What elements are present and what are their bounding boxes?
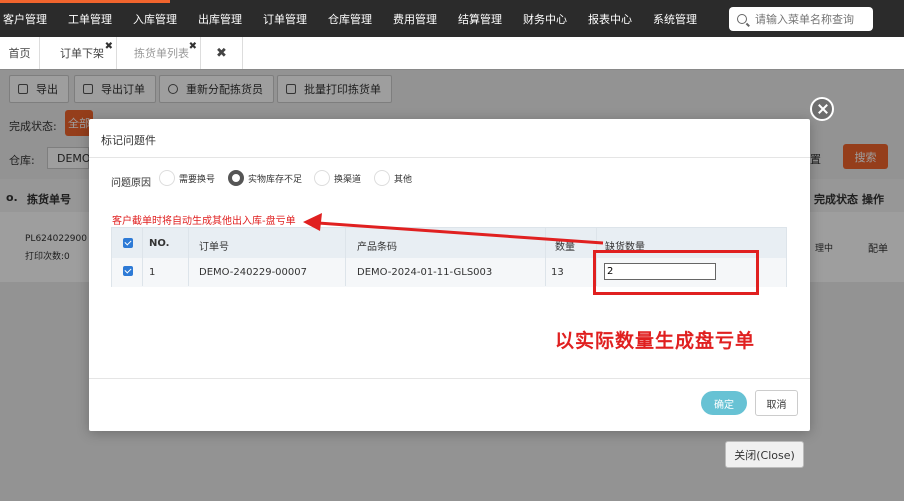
header-no: NO. [149,238,170,249]
menu-item-fee[interactable]: 费用管理 [393,11,437,27]
menu-item-workorder[interactable]: 工单管理 [68,11,112,27]
menu-search-box [729,7,873,31]
highlight-box [593,250,759,295]
row-barcode: DEMO-2024-01-11-GLS003 [357,267,493,278]
radio-selected-icon [228,170,244,186]
confirm-button[interactable]: 确定 [701,391,747,415]
row-qty: 13 [551,267,564,278]
column-divider [545,228,546,286]
tab-label: 拣货单列表 [134,47,189,60]
auto-generate-note: 客户截单时将自动生成其他出入库-盘亏单 [112,216,296,227]
radio-icon [314,170,330,186]
row-checkbox[interactable] [123,266,133,276]
menu-item-inbound[interactable]: 入库管理 [133,11,177,27]
tab-label: 首页 [8,47,31,60]
row-order-no: DEMO-240229-00007 [199,267,307,278]
search-icon [737,14,747,24]
header-qty: 数量 [555,242,575,253]
radio-icon [159,170,175,186]
reason-label: 问题原因 [111,178,151,189]
page-tabs: 首页 订单下架 ✖ 拣货单列表 ✖ ✖ [0,37,904,70]
reason-option-renumber[interactable]: 需要换号 [159,170,215,186]
radio-icon [374,170,390,186]
close-icon[interactable]: ✖ [189,41,197,52]
menu-search-input[interactable] [753,11,872,27]
menu-item-settlement[interactable]: 结算管理 [458,11,502,27]
reason-option-label: 换渠道 [334,174,362,185]
reason-option-other[interactable]: 其他 [374,170,412,186]
menu-item-finance[interactable]: 财务中心 [523,11,567,27]
cancel-label: 取消 [766,399,787,411]
reason-option-change-channel[interactable]: 换渠道 [314,170,361,186]
reason-option-label: 需要换号 [179,174,216,185]
menu-item-customer[interactable]: 客户管理 [3,11,47,27]
tab-order-offshelf[interactable]: 订单下架 ✖ [40,37,117,69]
close-button-label: 关闭(Close) [734,448,795,462]
close-all-tabs-button[interactable]: ✖ [201,37,243,69]
header-barcode: 产品条码 [357,242,397,253]
cancel-button[interactable]: 取消 [755,390,798,416]
menu-item-outbound[interactable]: 出库管理 [198,11,242,27]
column-divider [188,228,189,286]
main-menu: 客户管理 工单管理 入库管理 出库管理 订单管理 仓库管理 费用管理 结算管理 … [0,0,718,37]
row-no: 1 [149,267,156,278]
close-icon: ✖ [216,45,227,61]
reason-option-stock-short[interactable]: 实物库存不足 [228,170,302,186]
tab-home[interactable]: 首页 [0,37,40,69]
dialog-title: 标记问题件 [101,134,156,147]
tab-pick-list[interactable]: 拣货单列表 ✖ [117,37,201,69]
top-nav-bar: 客户管理 工单管理 入库管理 出库管理 订单管理 仓库管理 费用管理 结算管理 … [0,0,904,37]
reason-option-label: 其他 [394,174,413,185]
menu-item-order[interactable]: 订单管理 [263,11,307,27]
divider [89,378,810,379]
column-divider [142,228,143,286]
divider [89,157,810,158]
annotation-text: 以实际数量生成盘亏单 [555,330,756,352]
select-all-checkbox[interactable] [123,238,133,248]
column-divider [345,228,346,286]
header-order-no: 订单号 [199,242,229,253]
menu-item-system[interactable]: 系统管理 [653,11,697,27]
close-icon[interactable] [810,97,834,121]
close-button[interactable]: 关闭(Close) [725,441,804,468]
mark-problem-dialog: 标记问题件 问题原因 需要换号 实物库存不足 换渠道 其他 客户截单时将自动生成… [89,119,810,431]
close-icon[interactable]: ✖ [105,41,113,52]
menu-item-report[interactable]: 报表中心 [588,11,632,27]
menu-item-warehouse[interactable]: 仓库管理 [328,11,372,27]
confirm-label: 确定 [714,399,734,411]
tab-label: 订单下架 [60,47,104,60]
reason-option-label: 实物库存不足 [248,174,303,185]
